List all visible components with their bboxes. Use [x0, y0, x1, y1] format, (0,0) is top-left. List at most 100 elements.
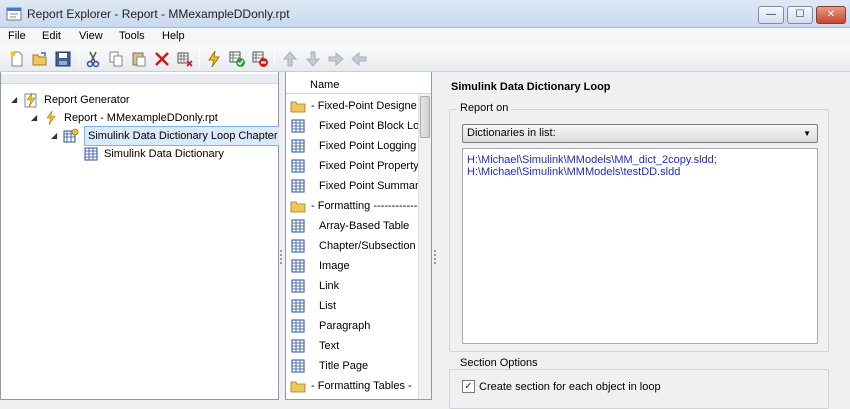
component-title: Simulink Data Dictionary Loop	[451, 81, 611, 93]
tree-item-label: Report - MMexampleDDonly.rpt	[64, 112, 218, 124]
demote-icon[interactable]	[327, 50, 345, 68]
new-report-icon[interactable]	[8, 50, 26, 68]
splitter-grip	[434, 250, 436, 264]
tree-collapse-icon[interactable]: ◢	[51, 127, 61, 145]
properties-pane: Simulink Data Dictionary Loop Report on …	[438, 72, 850, 409]
tree-header	[1, 74, 278, 84]
menu-help[interactable]: Help	[162, 30, 185, 42]
move-up-icon[interactable]	[281, 50, 299, 68]
component-icon	[84, 147, 98, 161]
component-label: Paragraph	[319, 320, 371, 332]
tree-item-label: Simulink Data Dictionary Loop Chapter -	[84, 126, 289, 146]
tree-collapse-icon[interactable]: ◢	[11, 91, 21, 109]
tree-item-label: Simulink Data Dictionary	[104, 148, 224, 160]
menu-tools[interactable]: Tools	[119, 30, 145, 42]
component-palette[interactable]: Name - Fixed-Point Designe Fixed Point Bl…	[285, 72, 432, 400]
component-icon	[291, 339, 305, 353]
component-label: Link	[319, 280, 340, 292]
minimize-button[interactable]: —	[758, 6, 784, 24]
component-list-item[interactable]: Chapter/Subsection	[290, 236, 418, 256]
paste-icon[interactable]	[130, 50, 148, 68]
menu-edit[interactable]: Edit	[42, 30, 61, 42]
create-section-checkbox[interactable]: ✓	[462, 380, 475, 393]
component-category[interactable]: - Fixed-Point Designe	[290, 96, 418, 116]
folder-icon	[290, 381, 306, 393]
component-list-item[interactable]: Image	[290, 256, 418, 276]
dictionary-list-field[interactable]: H:\Michael\Simulink\MModels\MM_dict_2cop…	[462, 148, 818, 344]
component-list-item[interactable]: Title Page	[290, 356, 418, 376]
add-component-icon[interactable]	[176, 50, 194, 68]
component-icon	[291, 119, 305, 133]
component-label: - Formatting -------------	[311, 200, 418, 212]
component-icon	[291, 319, 305, 333]
toolbar	[0, 45, 850, 72]
disable-icon[interactable]	[251, 50, 269, 68]
component-icon	[291, 239, 305, 253]
tree-item-report[interactable]: ◢ Report - MMexampleDDonly.rpt	[31, 109, 271, 127]
toolbar-separator	[78, 50, 79, 68]
component-list-item[interactable]: Fixed Point Block Loo	[290, 116, 418, 136]
cut-icon[interactable]	[84, 50, 102, 68]
menu-view[interactable]: View	[79, 30, 103, 42]
report-outline-tree[interactable]: ◢ Report Generator ◢ Report - MMexampleD…	[0, 72, 289, 400]
component-list-item[interactable]: Fixed Point Property	[290, 156, 418, 176]
component-icon	[291, 139, 305, 153]
name-column-header[interactable]: Name	[310, 79, 339, 91]
tree-item-report-generator[interactable]: ◢ Report Generator	[11, 91, 271, 109]
move-down-icon[interactable]	[304, 50, 322, 68]
component-list-item[interactable]: Paragraph	[290, 316, 418, 336]
scrollbar-thumb[interactable]	[420, 96, 430, 138]
report-on-selected-value: Dictionaries in list:	[467, 127, 556, 139]
component-label: Array-Based Table	[319, 220, 410, 232]
toolbar-separator	[274, 50, 275, 68]
open-icon[interactable]	[31, 50, 49, 68]
component-label: List	[319, 300, 337, 312]
component-list-item[interactable]: Array-Based Table	[290, 216, 418, 236]
save-icon[interactable]	[54, 50, 72, 68]
component-icon	[291, 259, 305, 273]
title-bar: Report Explorer - Report - MMexampleDDon…	[0, 0, 850, 28]
copy-icon[interactable]	[107, 50, 125, 68]
report-icon	[46, 110, 56, 126]
component-label: Fixed Point Logging	[319, 140, 417, 152]
component-label: Title Page	[319, 360, 369, 372]
component-category[interactable]: - Formatting -------------	[290, 196, 418, 216]
component-icon	[291, 179, 305, 193]
run-report-icon[interactable]	[205, 50, 223, 68]
report-on-legend: Report on	[457, 102, 512, 114]
component-list-item[interactable]: Text	[290, 336, 418, 356]
dictionary-path: H:\Michael\Simulink\MMModels\testDD.sldd	[467, 166, 681, 178]
component-list-item[interactable]: Link	[290, 276, 418, 296]
component-list-header[interactable]: Name	[286, 76, 431, 94]
tree-item-data-dictionary[interactable]: Simulink Data Dictionary	[71, 145, 271, 163]
component-category[interactable]: - Formatting Tables -	[290, 376, 418, 396]
folder-icon	[290, 101, 306, 113]
close-button[interactable]: ✕	[816, 6, 846, 24]
window-title: Report Explorer - Report - MMexampleDDon…	[27, 7, 290, 21]
report-on-dropdown[interactable]: Dictionaries in list: ▼	[462, 124, 818, 143]
component-list-scrollbar[interactable]	[418, 94, 431, 399]
enable-icon[interactable]	[228, 50, 246, 68]
component-label: Image	[319, 260, 350, 272]
component-icon	[291, 299, 305, 313]
promote-icon[interactable]	[350, 50, 368, 68]
component-label: Fixed Point Summary	[319, 180, 418, 192]
report-generator-icon	[24, 92, 37, 108]
component-label: - Formatting Tables -	[311, 380, 412, 392]
component-icon	[291, 159, 305, 173]
delete-icon[interactable]	[153, 50, 171, 68]
report-explorer-app-icon	[6, 7, 22, 21]
component-label: Fixed Point Property	[319, 160, 418, 172]
tree-collapse-icon[interactable]: ◢	[31, 109, 41, 127]
menu-file[interactable]: File	[8, 30, 26, 42]
component-list-item[interactable]: Fixed Point Logging	[290, 136, 418, 156]
tree-item-label: Report Generator	[44, 94, 130, 106]
component-list-item[interactable]: List	[290, 296, 418, 316]
maximize-button[interactable]: ☐	[787, 6, 813, 24]
component-label: - Fixed-Point Designe	[311, 100, 417, 112]
tree-item-loop-chapter[interactable]: ◢ Simulink Data Dictionary Loop Chapter …	[51, 126, 289, 146]
component-label: Fixed Point Block Loo	[319, 120, 418, 132]
dictionary-path: H:\Michael\Simulink\MModels\MM_dict_2cop…	[467, 154, 717, 166]
component-label: Chapter/Subsection	[319, 240, 416, 252]
component-list-item[interactable]: Fixed Point Summary	[290, 176, 418, 196]
